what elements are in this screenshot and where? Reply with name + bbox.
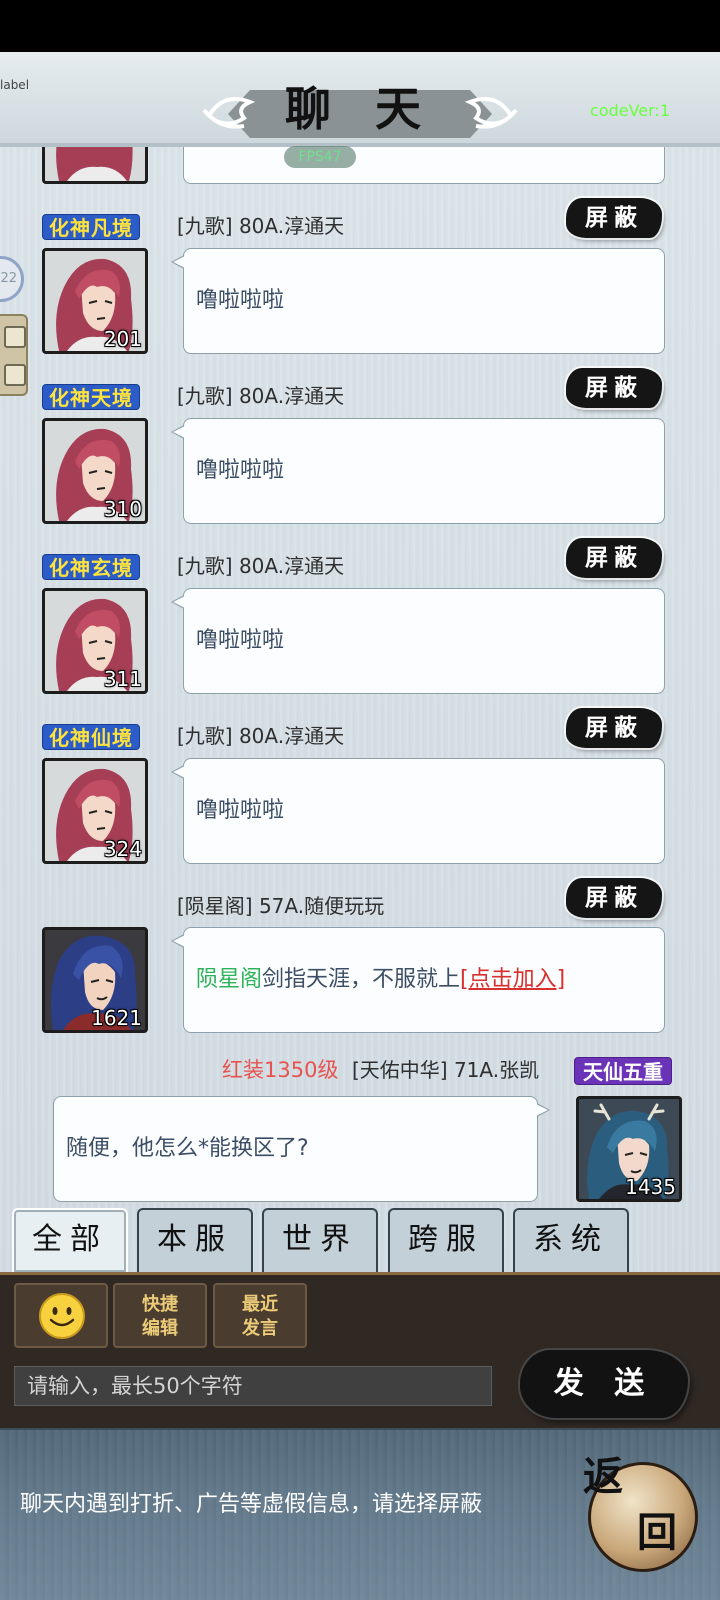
own-message-bubble: 随便，他怎么*能换区了? — [53, 1096, 550, 1202]
chat-screen: label 聊 天 codeVer:1 FPS47 22 化神凡境 [九歌] 8… — [0, 0, 720, 1600]
recent-label-line2: 发言 — [242, 1318, 278, 1339]
floating-side-panel[interactable] — [0, 314, 28, 396]
chat-input[interactable] — [14, 1366, 492, 1406]
own-avatar[interactable]: 1435 — [576, 1096, 682, 1202]
tab-all[interactable]: 全部 — [12, 1208, 128, 1272]
avatar-level: 1621 — [91, 1006, 142, 1030]
block-button[interactable]: 屏蔽 — [566, 368, 662, 408]
message-text: 噜啦啦啦 — [196, 798, 285, 823]
message-bubble: 噜啦啦啦 — [171, 758, 665, 864]
tab-world[interactable]: 世界 — [262, 1208, 378, 1272]
avatar-level: 1435 — [625, 1175, 676, 1199]
panel-slot-icon — [4, 364, 26, 386]
message-bubble: 噜啦啦啦 — [171, 248, 665, 354]
block-button[interactable]: 屏蔽 — [566, 198, 662, 238]
message-bubble: 陨星阁剑指天涯，不服就上[点击加入] — [171, 927, 665, 1033]
avatar-level: 201 — [103, 327, 142, 351]
recruit-text: 剑指天涯，不服就上 — [262, 967, 461, 992]
sender-avatar[interactable]: 311 — [42, 588, 148, 694]
own-rank-badge: 天仙五重 — [574, 1057, 672, 1085]
block-button[interactable]: 屏蔽 — [566, 538, 662, 578]
sender-name[interactable]: [九歌] 80A.淳通天 — [177, 213, 344, 239]
panel-slot-icon — [4, 326, 26, 348]
message-text: 噜啦啦啦 — [196, 628, 285, 653]
vip-label: 红装1350级 — [222, 1058, 339, 1082]
rank-badge: 化神玄境 — [42, 554, 140, 580]
avatar-level: 310 — [103, 497, 142, 521]
back-label-top: 返 — [583, 1453, 623, 1500]
sender-name[interactable]: [陨星阁] 57A.随便玩玩 — [177, 893, 384, 919]
message-text: 陨星阁剑指天涯，不服就上[点击加入] — [196, 928, 565, 1032]
anti-spam-notice: 聊天内遇到打折、广告等虚假信息，请选择屏蔽 — [20, 1492, 483, 1517]
own-sender-name: [天佑中华] 71A.张凯 — [352, 1058, 540, 1082]
tab-cross-server[interactable]: 跨服 — [388, 1208, 504, 1272]
message-bubble: 噜啦啦啦 — [171, 588, 665, 694]
rank-badge: 化神凡境 — [42, 214, 140, 240]
block-button[interactable]: 屏蔽 — [566, 708, 662, 748]
sender-avatar[interactable]: 201 — [42, 248, 148, 354]
status-bar — [0, 0, 720, 52]
avatar-level: 324 — [103, 837, 142, 861]
back-button[interactable]: 返 回 — [583, 1455, 698, 1572]
send-button[interactable]: 发 送 — [520, 1350, 688, 1418]
avatar-level: 311 — [103, 667, 142, 691]
quick-edit-label-line1: 快捷 — [142, 1294, 178, 1315]
guild-name-text: 陨星阁 — [196, 967, 263, 992]
tab-system[interactable]: 系统 — [513, 1208, 629, 1272]
quick-edit-button[interactable]: 快捷 编辑 — [113, 1283, 207, 1348]
quick-edit-label-line2: 编辑 — [142, 1318, 178, 1339]
message-text: 噜啦啦啦 — [196, 458, 285, 483]
rank-badge: 化神天境 — [42, 384, 140, 410]
sender-avatar[interactable]: 324 — [42, 758, 148, 864]
floating-counter-button[interactable]: 22 — [0, 256, 24, 302]
recent-label-line1: 最近 — [242, 1294, 278, 1315]
emoji-button[interactable] — [14, 1283, 108, 1348]
back-label-bottom: 回 — [637, 1509, 677, 1556]
join-guild-link[interactable]: [点击加入] — [460, 967, 565, 992]
sender-name[interactable]: [九歌] 80A.淳通天 — [177, 383, 344, 409]
tab-server[interactable]: 本服 — [137, 1208, 253, 1272]
code-version-label: codeVer:1 — [590, 101, 670, 120]
block-button[interactable]: 屏蔽 — [566, 878, 662, 918]
fps-counter: FPS47 — [284, 146, 356, 168]
sender-name[interactable]: [九歌] 80A.淳通天 — [177, 723, 344, 749]
sender-avatar[interactable]: 310 — [42, 418, 148, 524]
smiley-icon — [39, 1293, 85, 1339]
recent-messages-button[interactable]: 最近 发言 — [213, 1283, 307, 1348]
message-bubble: 噜啦啦啦 — [171, 418, 665, 524]
sender-name[interactable]: [九歌] 80A.淳通天 — [177, 553, 344, 579]
message-text: 噜啦啦啦 — [196, 288, 285, 313]
own-message-text: 随便，他怎么*能换区了? — [66, 1136, 309, 1161]
rank-badge: 化神仙境 — [42, 724, 140, 750]
sender-avatar[interactable]: 1621 — [42, 927, 148, 1033]
